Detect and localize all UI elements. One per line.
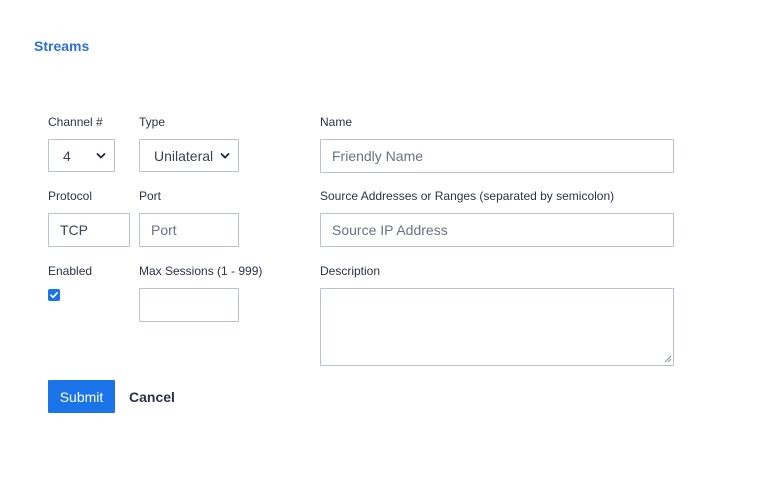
channel-select-value: 4 — [63, 147, 71, 164]
port-input[interactable] — [139, 213, 239, 247]
enabled-label: Enabled — [48, 264, 93, 278]
type-label: Type — [139, 115, 166, 129]
max-sessions-input[interactable] — [139, 288, 239, 322]
description-textarea[interactable] — [320, 288, 674, 366]
channel-label: Channel # — [48, 115, 103, 129]
type-select-value: Unilateral — [154, 147, 214, 164]
chevron-down-icon — [220, 152, 230, 158]
name-input[interactable] — [320, 139, 674, 173]
description-label: Description — [320, 264, 381, 278]
submit-button[interactable]: Submit — [48, 380, 115, 413]
protocol-label: Protocol — [48, 189, 93, 203]
source-addresses-input[interactable] — [320, 213, 674, 247]
protocol-input[interactable] — [48, 213, 130, 247]
section-title: Streams — [34, 38, 90, 54]
channel-select[interactable]: 4 — [48, 139, 115, 172]
enabled-checkbox[interactable] — [48, 289, 60, 301]
port-label: Port — [139, 189, 162, 203]
max-sessions-label: Max Sessions (1 - 999) — [139, 264, 263, 278]
name-label: Name — [320, 115, 353, 129]
type-select[interactable]: Unilateral — [139, 139, 239, 172]
chevron-down-icon — [96, 152, 106, 158]
cancel-button[interactable]: Cancel — [122, 380, 182, 413]
checkmark-icon — [50, 291, 59, 299]
source-addresses-label: Source Addresses or Ranges (separated by… — [320, 189, 615, 203]
resize-grip-icon[interactable] — [662, 353, 672, 363]
